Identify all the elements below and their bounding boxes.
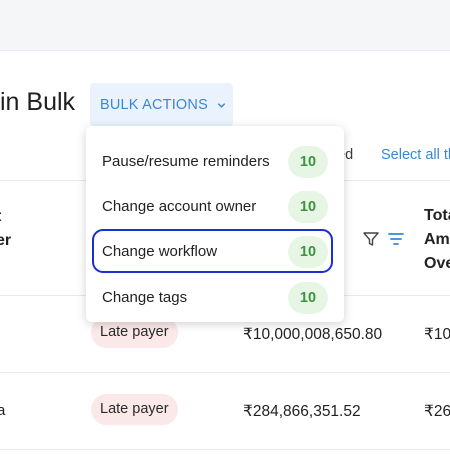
bulk-actions-button[interactable]: BULK ACTIONS <box>90 83 233 127</box>
count-badge: 10 <box>288 236 328 268</box>
menu-item-label: Change tags <box>102 289 188 306</box>
row-left-cell: a <box>0 402 6 419</box>
column-header-left-line2: er <box>0 232 12 249</box>
column-header-right-line2: Am <box>424 231 450 248</box>
amount-cell: ₹284,866,351.52 <box>243 403 361 420</box>
filter-icon[interactable] <box>362 230 380 248</box>
count-badge: 10 <box>288 146 328 178</box>
total-cell: ₹10, <box>424 326 450 343</box>
bulk-actions-label: BULK ACTIONS <box>100 97 208 113</box>
menu-item-label: Change workflow <box>102 243 218 260</box>
menu-item-label: Pause/resume reminders <box>102 153 270 170</box>
chevron-down-icon <box>217 102 225 108</box>
sort-icon[interactable] <box>388 232 404 246</box>
column-header-left-line1: t <box>0 205 11 229</box>
column-header-left: t er <box>0 205 11 253</box>
column-header-right-line3: Ove <box>424 255 450 272</box>
amount-cell: ₹10,000,008,650.80 <box>243 326 383 343</box>
total-cell: ₹26 <box>424 403 450 420</box>
count-badge: 10 <box>288 191 328 223</box>
status-badge: Late payer <box>91 394 178 425</box>
table-row[interactable]: a Late payer ₹284,866,351.52 ₹26 <box>0 372 450 450</box>
select-all-link[interactable]: Select all th <box>381 147 450 163</box>
menu-item-label: Change account owner <box>102 198 257 215</box>
count-badge: 10 <box>288 282 328 314</box>
menu-item-change-tags[interactable]: Change tags 10 <box>86 279 344 319</box>
top-bar <box>0 0 450 51</box>
page-title: in Bulk <box>0 88 76 116</box>
menu-item-change-workflow[interactable]: Change workflow 10 <box>86 229 344 273</box>
column-header-total-amount-overdue[interactable]: Tota Am Ove <box>424 204 450 276</box>
menu-item-pause-resume-reminders[interactable]: Pause/resume reminders 10 <box>86 143 344 183</box>
bulk-actions-menu: Pause/resume reminders 10 Change account… <box>86 126 344 322</box>
column-header-right-line1: Tota <box>424 207 450 224</box>
menu-item-change-account-owner[interactable]: Change account owner 10 <box>86 188 344 228</box>
